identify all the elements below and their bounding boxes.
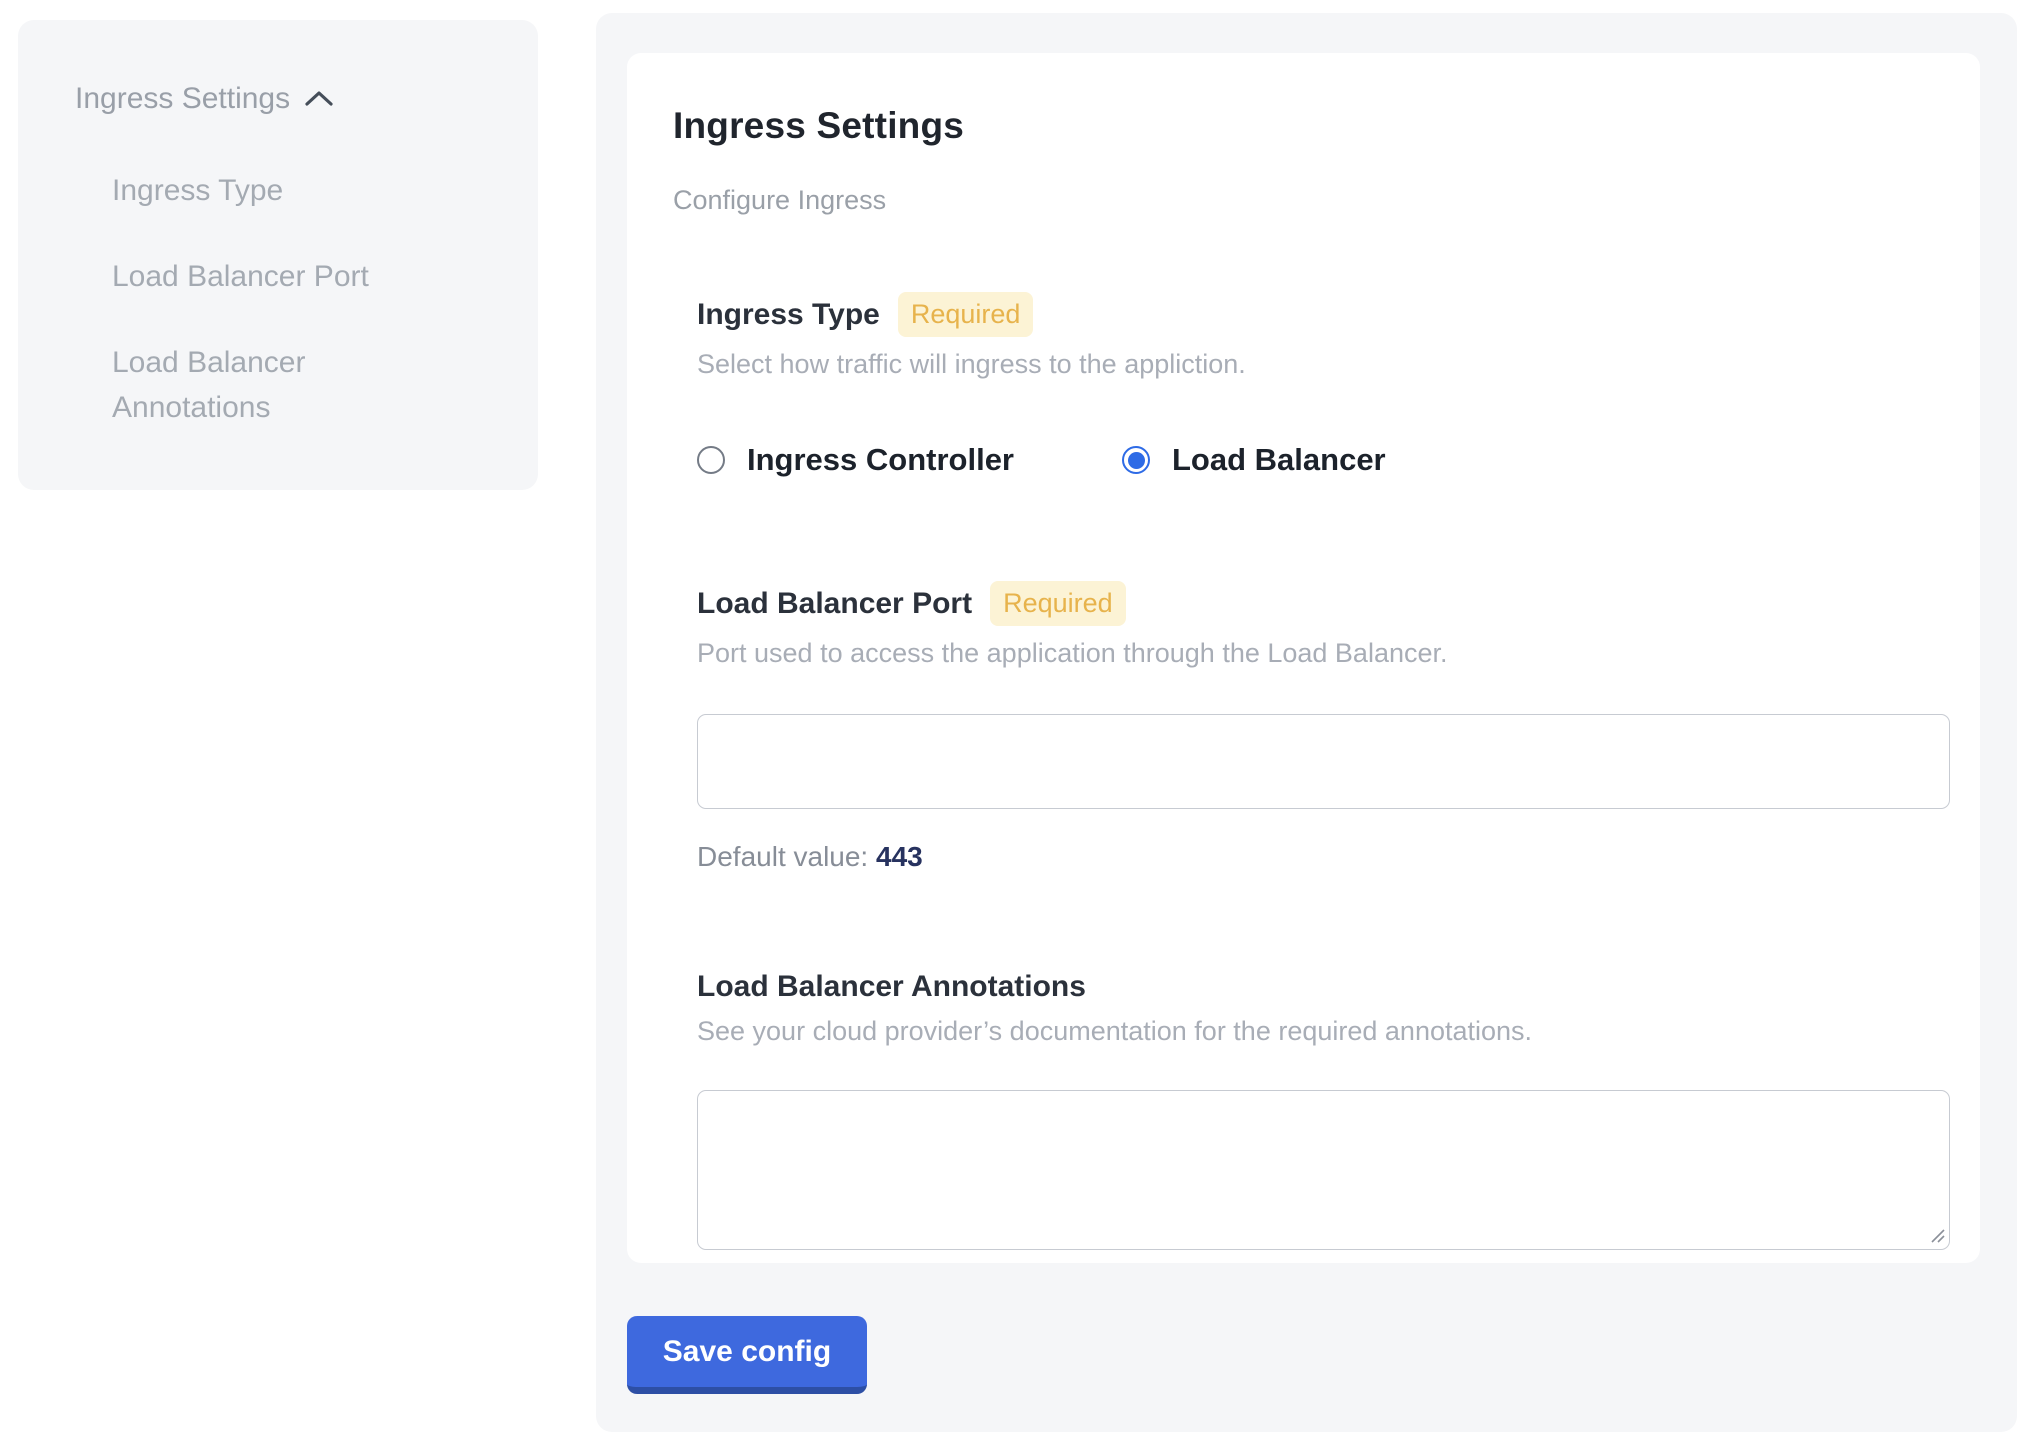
radio-unselected-icon — [697, 446, 725, 474]
required-badge: Required — [898, 292, 1034, 337]
radio-load-balancer[interactable]: Load Balancer — [1122, 442, 1386, 478]
sidebar-item-load-balancer-port[interactable]: Load Balancer Port — [112, 254, 412, 299]
sidebar-item-ingress-type[interactable]: Ingress Type — [112, 168, 412, 213]
load-balancer-annotations-textarea[interactable] — [697, 1090, 1950, 1250]
sidebar-item-load-balancer-annotations[interactable]: Load Balancer Annotations — [112, 340, 412, 430]
load-balancer-port-description: Port used to access the application thro… — [697, 638, 1952, 669]
default-value-label: Default value: — [697, 841, 868, 872]
sidebar-nav: Ingress Type Load Balancer Port Load Bal… — [75, 168, 508, 430]
ingress-type-description: Select how traffic will ingress to the a… — [697, 349, 1952, 380]
section-load-balancer-port: Load Balancer Port Required Port used to… — [697, 581, 1952, 873]
required-badge: Required — [990, 581, 1126, 626]
load-balancer-annotations-description: See your cloud provider’s documentation … — [697, 1016, 1952, 1047]
page-title: Ingress Settings — [673, 105, 1952, 147]
sidebar-section-toggle[interactable]: Ingress Settings — [75, 82, 508, 116]
section-load-balancer-annotations: Load Balancer Annotations See your cloud… — [697, 970, 1952, 1250]
load-balancer-port-input[interactable] — [697, 714, 1950, 809]
page-subtitle: Configure Ingress — [673, 185, 1952, 216]
radio-ingress-controller[interactable]: Ingress Controller — [697, 442, 1014, 478]
ingress-type-label: Ingress Type — [697, 298, 880, 332]
default-value-number: 443 — [876, 841, 923, 872]
ingress-settings-card: Ingress Settings Configure Ingress Ingre… — [627, 53, 1980, 1263]
radio-label-ingress-controller: Ingress Controller — [747, 442, 1014, 478]
main-panel: Ingress Settings Configure Ingress Ingre… — [596, 13, 2017, 1432]
sidebar-section-title: Ingress Settings — [75, 82, 290, 116]
ingress-type-radio-group: Ingress Controller Load Balancer — [697, 442, 1952, 478]
chevron-up-icon — [304, 89, 334, 109]
radio-label-load-balancer: Load Balancer — [1172, 442, 1386, 478]
radio-selected-icon — [1122, 446, 1150, 474]
settings-sidebar: Ingress Settings Ingress Type Load Balan… — [18, 20, 538, 490]
load-balancer-port-label: Load Balancer Port — [697, 587, 972, 621]
save-config-button[interactable]: Save config — [627, 1316, 867, 1394]
default-value-helper: Default value: 443 — [697, 841, 1952, 873]
load-balancer-annotations-label: Load Balancer Annotations — [697, 970, 1086, 1004]
section-ingress-type: Ingress Type Required Select how traffic… — [697, 292, 1952, 478]
